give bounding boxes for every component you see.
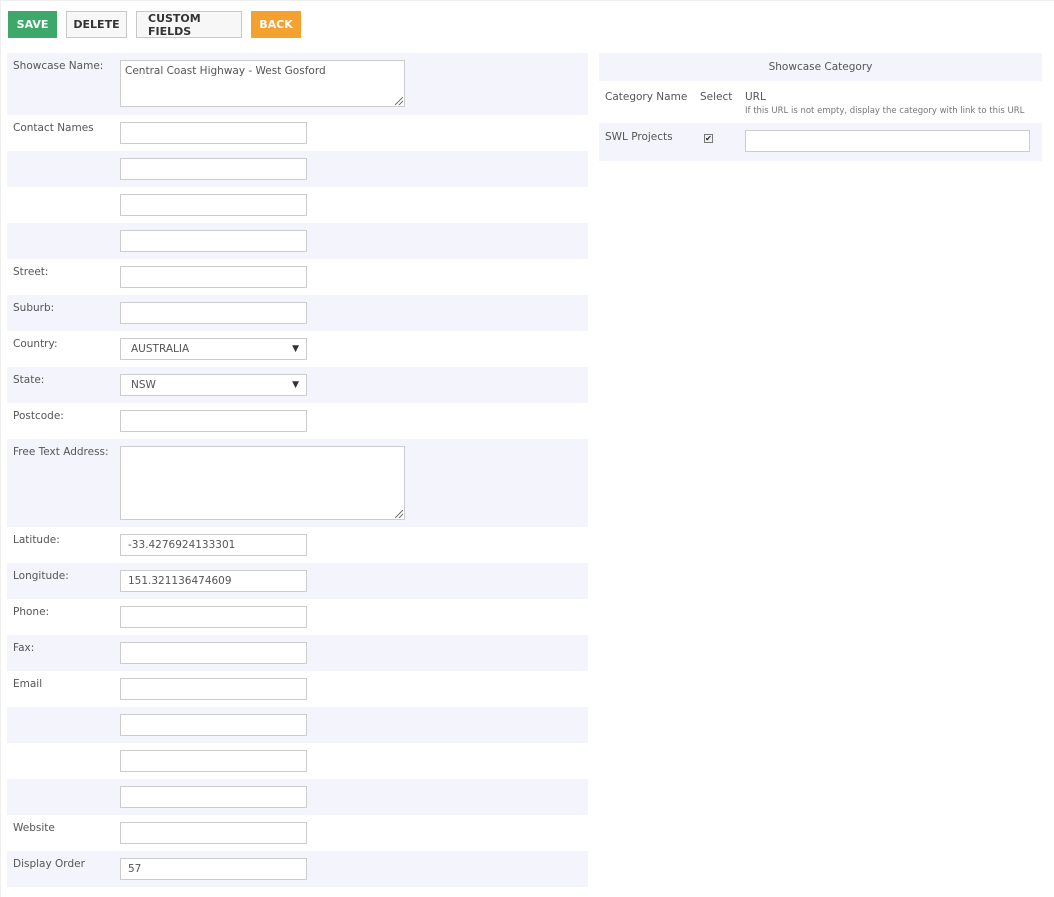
row-contact-names-1: Contact Names bbox=[7, 115, 588, 151]
display-order-input[interactable]: 57 bbox=[120, 858, 307, 880]
row-email-2 bbox=[7, 707, 588, 743]
toolbar: SAVE DELETE CUSTOM FIELDS BACK bbox=[8, 11, 301, 38]
custom-fields-button[interactable]: CUSTOM FIELDS bbox=[136, 11, 242, 38]
suburb-input[interactable] bbox=[120, 302, 307, 324]
category-panel-title: Showcase Category bbox=[599, 53, 1042, 81]
col-url: URL bbox=[745, 91, 766, 103]
contact-name-input-1[interactable] bbox=[120, 122, 307, 144]
row-email-3 bbox=[7, 743, 588, 779]
postcode-input[interactable] bbox=[120, 410, 307, 432]
longitude-label: Longitude: bbox=[13, 570, 69, 582]
showcase-category-panel: Showcase Category Category Name Select U… bbox=[599, 53, 1042, 161]
street-input[interactable] bbox=[120, 266, 307, 288]
free-text-address-label: Free Text Address: bbox=[13, 446, 109, 458]
phone-label: Phone: bbox=[13, 606, 50, 618]
street-label: Street: bbox=[13, 266, 49, 278]
col-category-name: Category Name bbox=[605, 91, 688, 103]
email-label: Email bbox=[13, 678, 43, 690]
website-input[interactable] bbox=[120, 822, 307, 844]
fax-input[interactable] bbox=[120, 642, 307, 664]
latitude-label: Latitude: bbox=[13, 534, 60, 546]
showcase-name-label: Showcase Name: bbox=[13, 60, 104, 72]
email-input-4[interactable] bbox=[120, 786, 307, 808]
delete-button[interactable]: DELETE bbox=[66, 11, 127, 38]
row-email-4 bbox=[7, 779, 588, 815]
showcase-edit-page: SAVE DELETE CUSTOM FIELDS BACK Showcase … bbox=[0, 0, 1054, 897]
email-input-1[interactable] bbox=[120, 678, 307, 700]
back-button[interactable]: BACK bbox=[251, 11, 301, 38]
row-latitude: Latitude: -33.4276924133301 bbox=[7, 527, 588, 563]
state-select[interactable]: NSW ▼ bbox=[120, 374, 307, 396]
postcode-label: Postcode: bbox=[13, 410, 64, 422]
country-select[interactable]: AUSTRALIA ▼ bbox=[120, 338, 307, 360]
category-name: SWL Projects bbox=[605, 131, 673, 143]
row-street: Street: bbox=[7, 259, 588, 295]
row-phone: Phone: bbox=[7, 599, 588, 635]
phone-input[interactable] bbox=[120, 606, 307, 628]
row-email-1: Email bbox=[7, 671, 588, 707]
contact-name-input-2[interactable] bbox=[120, 158, 307, 180]
showcase-name-value: Central Coast Highway - West Gosford bbox=[125, 65, 326, 77]
state-value: NSW bbox=[131, 379, 156, 391]
row-showcase-name: Showcase Name: Central Coast Highway - W… bbox=[7, 53, 588, 115]
category-column-headers: Category Name Select URL If this URL is … bbox=[599, 81, 1042, 123]
row-state: State: NSW ▼ bbox=[7, 367, 588, 403]
free-text-address-textarea[interactable] bbox=[120, 446, 405, 520]
website-label: Website bbox=[13, 822, 55, 834]
country-value: AUSTRALIA bbox=[131, 343, 190, 355]
save-button[interactable]: SAVE bbox=[8, 11, 57, 38]
showcase-name-textarea[interactable]: Central Coast Highway - West Gosford bbox=[120, 60, 405, 107]
fax-label: Fax: bbox=[13, 642, 35, 654]
dropdown-caret-icon: ▼ bbox=[292, 344, 299, 354]
row-fax: Fax: bbox=[7, 635, 588, 671]
row-postcode: Postcode: bbox=[7, 403, 588, 439]
url-hint: If this URL is not empty, display the ca… bbox=[745, 106, 1025, 116]
category-url-input[interactable] bbox=[745, 130, 1030, 152]
category-row: SWL Projects ✔ bbox=[599, 123, 1042, 161]
row-display-order: Display Order 57 bbox=[7, 851, 588, 887]
row-contact-names-3 bbox=[7, 187, 588, 223]
showcase-form: Showcase Name: Central Coast Highway - W… bbox=[7, 53, 588, 887]
email-input-2[interactable] bbox=[120, 714, 307, 736]
row-free-text-address: Free Text Address: bbox=[7, 439, 588, 527]
row-suburb: Suburb: bbox=[7, 295, 588, 331]
row-country: Country: AUSTRALIA ▼ bbox=[7, 331, 588, 367]
contact-names-label: Contact Names bbox=[13, 122, 94, 134]
email-input-3[interactable] bbox=[120, 750, 307, 772]
col-select: Select bbox=[700, 91, 733, 103]
row-website: Website bbox=[7, 815, 588, 851]
resize-handle-icon[interactable] bbox=[395, 510, 403, 518]
category-select-checkbox[interactable]: ✔ bbox=[704, 134, 713, 143]
resize-handle-icon[interactable] bbox=[395, 97, 403, 105]
longitude-input[interactable]: 151.321136474609 bbox=[120, 570, 307, 592]
row-contact-names-2 bbox=[7, 151, 588, 187]
suburb-label: Suburb: bbox=[13, 302, 55, 314]
display-order-label: Display Order bbox=[13, 858, 85, 870]
latitude-input[interactable]: -33.4276924133301 bbox=[120, 534, 307, 556]
row-contact-names-4 bbox=[7, 223, 588, 259]
country-label: Country: bbox=[13, 338, 58, 350]
checkmark-icon: ✔ bbox=[705, 133, 712, 143]
contact-name-input-3[interactable] bbox=[120, 194, 307, 216]
contact-name-input-4[interactable] bbox=[120, 230, 307, 252]
dropdown-caret-icon: ▼ bbox=[292, 380, 299, 390]
state-label: State: bbox=[13, 374, 45, 386]
row-longitude: Longitude: 151.321136474609 bbox=[7, 563, 588, 599]
